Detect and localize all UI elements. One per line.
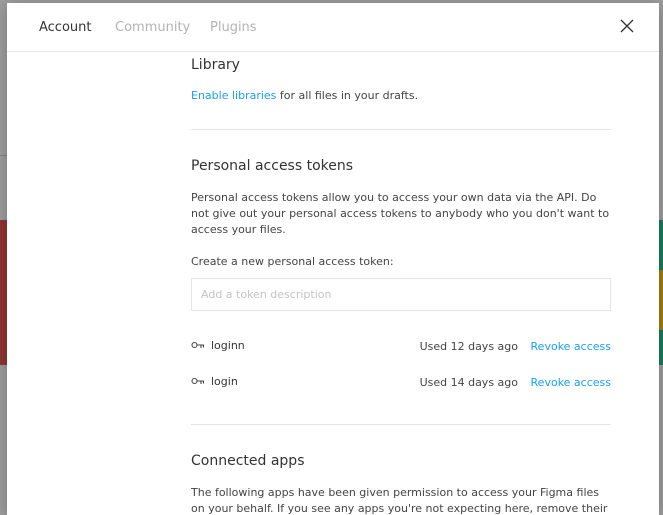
token-row: loginn Used 12 days ago Revoke access [191, 338, 611, 354]
token-description-field[interactable] [191, 278, 611, 311]
token-row: login Used 14 days ago Revoke access [191, 374, 611, 390]
close-icon[interactable] [619, 18, 635, 34]
divider [191, 424, 611, 425]
tab-community[interactable]: Community [115, 20, 190, 36]
library-title: Library [191, 57, 240, 73]
token-last-used: Used 14 days ago [419, 376, 518, 389]
token-last-used: Used 12 days ago [419, 340, 518, 353]
tab-plugins[interactable]: Plugins [210, 20, 257, 36]
tokens-description: Personal access tokens allow you to acce… [191, 191, 610, 236]
token-description-input[interactable] [192, 279, 610, 310]
key-icon [191, 341, 205, 351]
library-description-text: for all files in your drafts. [276, 89, 419, 102]
divider [191, 129, 611, 130]
tab-bar: Account Community Plugins [7, 3, 659, 52]
token-name: loginn [211, 339, 245, 352]
connected-apps-description: The following apps have been given permi… [191, 486, 608, 515]
key-icon [191, 377, 205, 387]
library-description: Enable libraries for all files in your d… [191, 88, 611, 104]
create-token-label: Create a new personal access token: [191, 255, 394, 268]
connected-apps-title: Connected apps [191, 453, 305, 469]
tab-account[interactable]: Account [39, 20, 92, 36]
revoke-access-button[interactable]: Revoke access [531, 339, 611, 355]
token-name: login [211, 375, 238, 388]
revoke-access-button[interactable]: Revoke access [531, 375, 611, 391]
enable-libraries-link[interactable]: Enable libraries [191, 89, 276, 102]
settings-modal: Account Community Plugins Library Enable… [7, 3, 659, 515]
tokens-title: Personal access tokens [191, 158, 354, 174]
